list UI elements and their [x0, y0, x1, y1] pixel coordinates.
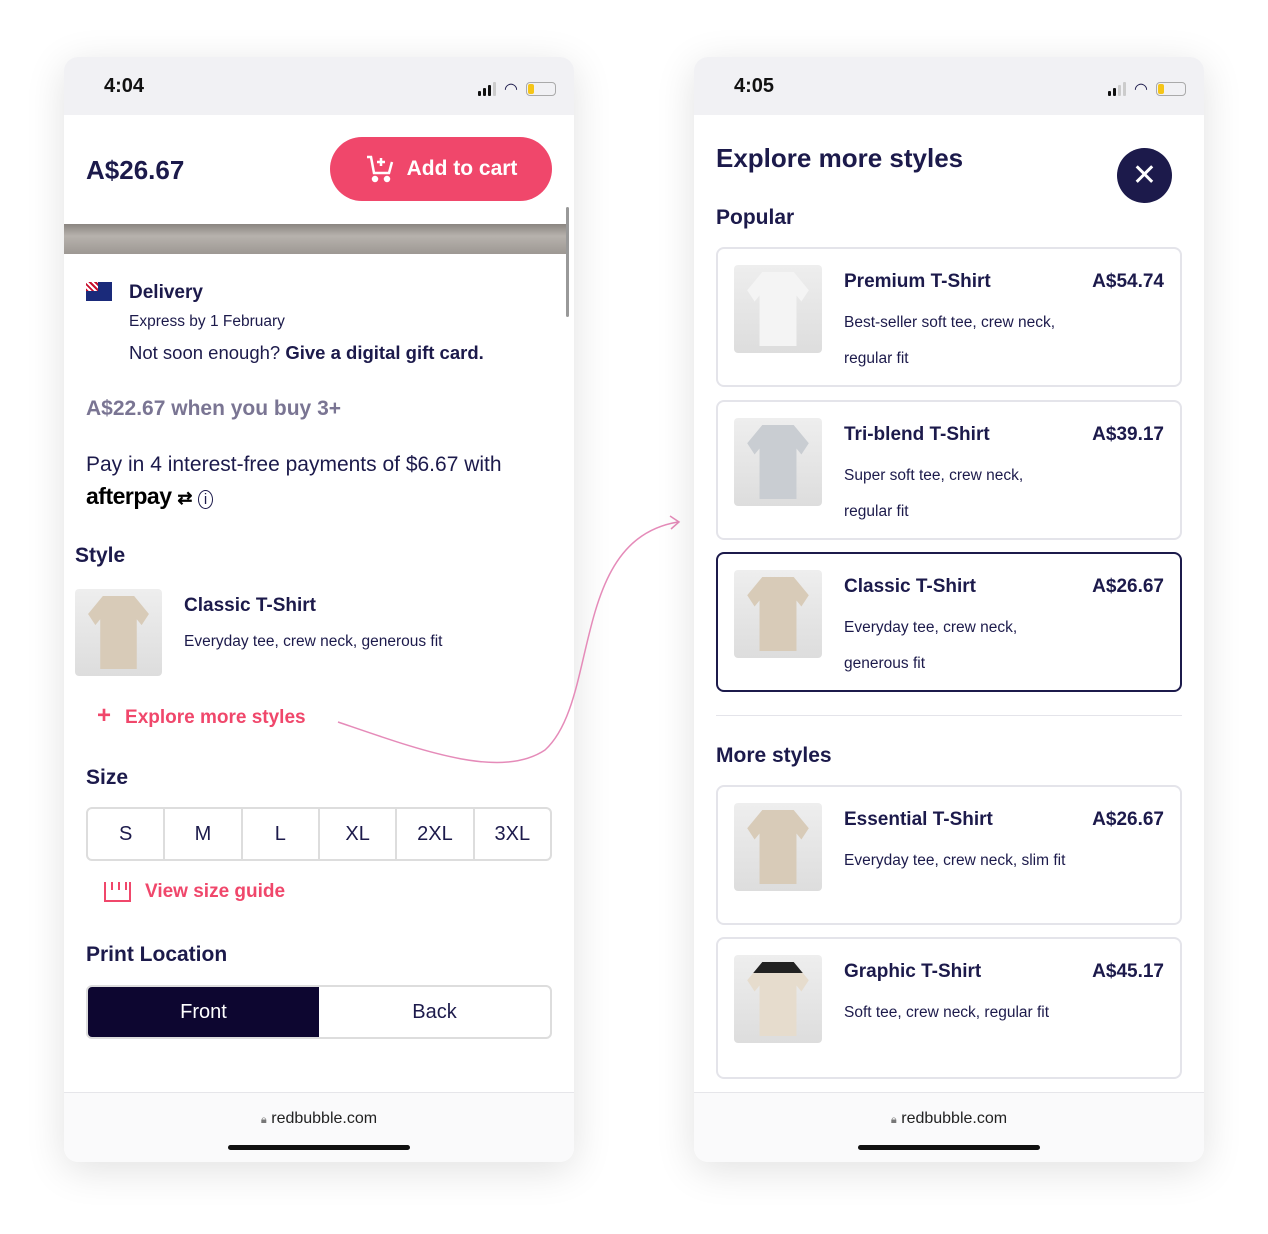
style-card-triblend[interactable]: Tri-blend T-Shirt A$39.17 Super soft tee…: [716, 400, 1182, 540]
style-thumbnail: [734, 570, 822, 658]
style-price: A$39.17: [1092, 424, 1164, 445]
status-time: 4:05: [734, 75, 775, 97]
style-card-essential[interactable]: Essential T-Shirt A$26.67 Everyday tee, …: [716, 785, 1182, 925]
url-label[interactable]: redbubble.com: [901, 1110, 1007, 1127]
style-desc: Super soft tee, crew neck, regular fit: [844, 467, 1024, 520]
style-desc: Everyday tee, crew neck, slim fit: [844, 852, 1066, 869]
style-name: Tri-blend T-Shirt: [844, 424, 990, 445]
battery-icon: [1156, 82, 1186, 96]
style-price: A$45.17: [1092, 961, 1164, 982]
style-card-graphic[interactable]: Graphic T-Shirt A$45.17 Soft tee, crew n…: [716, 937, 1182, 1079]
explore-styles-screen: 4:05 ◠ Explore more styles ✕ Popular Pre…: [694, 57, 1204, 1162]
style-price: A$26.67: [1092, 809, 1164, 830]
style-thumbnail: [734, 265, 822, 353]
more-styles-heading: More styles: [716, 744, 832, 767]
style-desc: Everyday tee, crew neck, generous fit: [844, 619, 1018, 672]
browser-footer: 🔒︎ redbubble.com: [694, 1092, 1204, 1162]
style-price: A$26.67: [1092, 576, 1164, 597]
style-card-classic-selected[interactable]: Classic T-Shirt A$26.67 Everyday tee, cr…: [716, 552, 1182, 692]
close-icon: ✕: [1131, 159, 1158, 192]
style-desc: Soft tee, crew neck, regular fit: [844, 1004, 1050, 1021]
status-bar: 4:05 ◠: [694, 57, 1204, 115]
close-button[interactable]: ✕: [1117, 148, 1172, 203]
style-thumbnail: [734, 955, 822, 1043]
modal-title: Explore more styles: [716, 143, 964, 173]
style-name: Graphic T-Shirt: [844, 961, 982, 982]
home-indicator[interactable]: [858, 1145, 1040, 1150]
style-name: Premium T-Shirt: [844, 271, 991, 292]
wifi-icon: ◠: [1134, 81, 1148, 98]
style-card-premium[interactable]: Premium T-Shirt A$54.74 Best-seller soft…: [716, 247, 1182, 387]
popular-heading: Popular: [716, 206, 795, 229]
style-thumbnail: [734, 803, 822, 891]
style-name: Classic T-Shirt: [844, 576, 976, 597]
style-price: A$54.74: [1092, 271, 1164, 292]
signal-icon: [1108, 82, 1127, 96]
style-name: Essential T-Shirt: [844, 809, 993, 830]
divider: [716, 715, 1182, 716]
style-desc: Best-seller soft tee, crew neck, regular…: [844, 314, 1056, 367]
lock-icon: 🔒︎: [890, 1114, 897, 1126]
style-thumbnail: [734, 418, 822, 506]
